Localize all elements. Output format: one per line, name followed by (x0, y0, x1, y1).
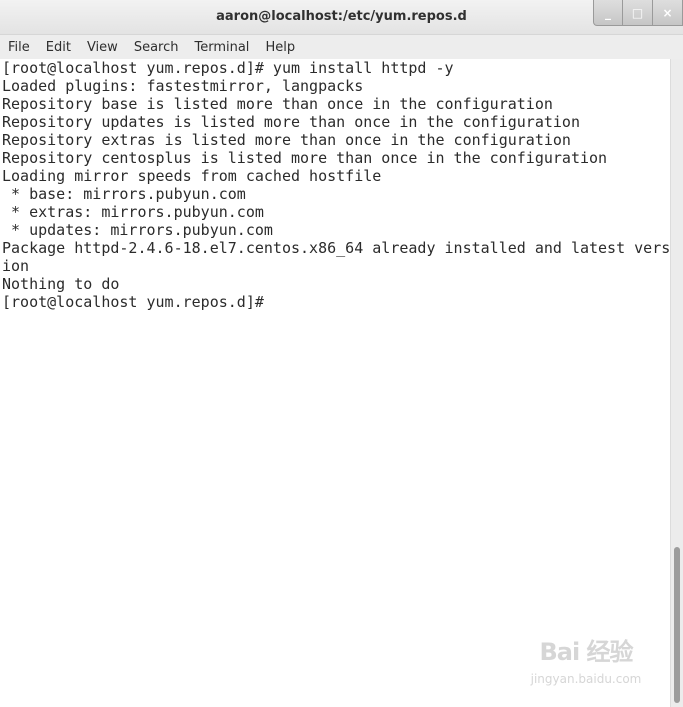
window-controls: _ □ × (593, 0, 683, 28)
minimize-button[interactable]: _ (593, 0, 623, 26)
menu-edit[interactable]: Edit (38, 40, 79, 55)
scrollbar-thumb[interactable] (674, 547, 680, 703)
terminal-line: ion (2, 257, 30, 275)
terminal-output[interactable]: [root@localhost yum.repos.d]# yum instal… (0, 59, 670, 707)
terminal-line: Repository base is listed more than once… (2, 95, 553, 113)
terminal-prompt: [root@localhost yum.repos.d]# (2, 293, 264, 311)
terminal-line: Loaded plugins: fastestmirror, langpacks (2, 77, 364, 95)
menu-view[interactable]: View (79, 40, 126, 55)
terminal-line: Nothing to do (2, 275, 120, 293)
watermark-logo: Bai 经验 jingyan.baidu.com (522, 632, 650, 694)
maximize-button[interactable]: □ (623, 0, 653, 26)
terminal-line: Package httpd-2.4.6-18.el7.centos.x86_64… (2, 239, 670, 257)
menu-help[interactable]: Help (257, 40, 303, 55)
terminal-line: Repository updates is listed more than o… (2, 113, 580, 131)
terminal-line: Repository centosplus is listed more tha… (2, 149, 608, 167)
terminal-line: * extras: mirrors.pubyun.com (2, 203, 264, 221)
window-title: aaron@localhost:/etc/yum.repos.d (216, 9, 467, 24)
menu-file[interactable]: File (0, 40, 38, 55)
watermark-url-text: jingyan.baidu.com (530, 672, 642, 686)
terminal-line: Repository extras is listed more than on… (2, 131, 571, 149)
terminal-line: * base: mirrors.pubyun.com (2, 185, 246, 203)
vertical-scrollbar[interactable] (670, 59, 683, 707)
terminal-line: Loading mirror speeds from cached hostfi… (2, 167, 382, 185)
close-button[interactable]: × (653, 0, 683, 26)
menu-bar: File Edit View Search Terminal Help (0, 35, 683, 59)
terminal-line: * updates: mirrors.pubyun.com (2, 221, 273, 239)
watermark-main-text: Bai 经验 (539, 638, 633, 666)
menu-search[interactable]: Search (126, 40, 187, 55)
terminal-line: [root@localhost yum.repos.d]# yum instal… (2, 59, 454, 77)
title-bar: aaron@localhost:/etc/yum.repos.d _ □ × (0, 0, 683, 35)
menu-terminal[interactable]: Terminal (186, 40, 257, 55)
